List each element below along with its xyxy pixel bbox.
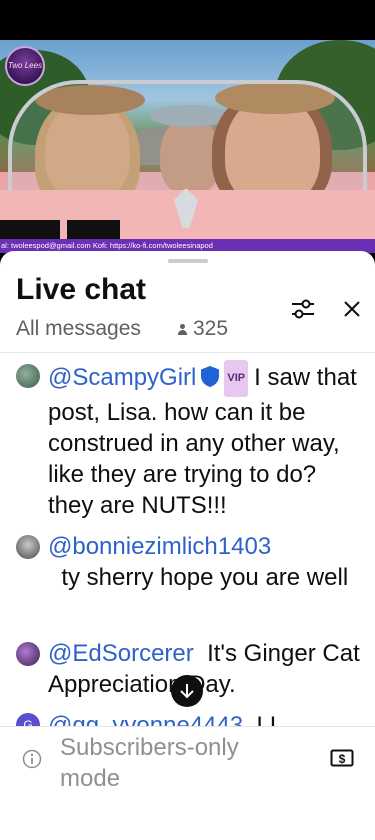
message-body: LL	[256, 712, 284, 726]
message-text: @bonniezimlich1403 ty sherry hope you ar…	[48, 531, 363, 593]
sliders-icon	[292, 299, 314, 319]
car-windshield	[8, 80, 367, 190]
avatar[interactable]	[16, 535, 40, 559]
subscribers-only-notice: Subscribers-only mode	[60, 734, 239, 792]
video-thumbnail	[67, 220, 120, 241]
footer-divider	[0, 726, 375, 727]
status-bar	[0, 0, 375, 40]
message-author[interactable]: @EdSorcerer	[48, 640, 194, 667]
dollar-bill-icon[interactable]: $	[330, 748, 354, 768]
message-body: ty sherry hope you are well	[61, 564, 349, 591]
chat-footer: Subscribers-only mode $	[0, 726, 375, 840]
video-player[interactable]: Two Lees al: twoleespod@gmail.com Kofi: …	[0, 40, 375, 253]
message-text: @EdSorcerer It's Ginger Cat Appreciation…	[48, 638, 363, 700]
viewer-count-value: 325	[193, 317, 229, 340]
message-text: @ScampyGirl VIP I saw that post, Lisa. how…	[48, 360, 363, 521]
channel-logo-text: Two Lees	[7, 61, 43, 70]
scroll-to-bottom-button[interactable]	[171, 675, 203, 707]
avatar[interactable]	[16, 364, 40, 388]
close-icon	[344, 301, 360, 317]
shield-icon	[201, 366, 220, 387]
live-chat-panel: Live chat All messages 325 @ScampyGirl VI…	[0, 251, 375, 840]
video-thumbnail	[0, 220, 60, 241]
message-author[interactable]: @ScampyGirl	[48, 364, 196, 391]
arrow-down-icon	[180, 684, 194, 699]
chat-filter-dropdown[interactable]: All messages	[16, 317, 141, 341]
message-text: @gg_yvonne4443 LL	[48, 710, 363, 726]
close-chat-button[interactable]	[340, 297, 364, 321]
avatar[interactable]: G	[16, 713, 40, 726]
message-author[interactable]: @bonniezimlich1403	[48, 533, 271, 560]
svg-text:$: $	[339, 752, 346, 766]
person-icon	[176, 322, 188, 336]
info-icon[interactable]	[22, 749, 42, 769]
chat-title: Live chat	[16, 273, 147, 306]
vip-badge: VIP	[224, 360, 249, 397]
avatar[interactable]	[16, 642, 40, 666]
viewer-count: 325	[176, 317, 228, 341]
avatar-letter: G	[23, 718, 33, 726]
chat-message-list[interactable]: @ScampyGirl VIP I saw that post, Lisa. how…	[0, 353, 375, 726]
channel-logo: Two Lees	[5, 46, 45, 86]
chat-settings-button[interactable]	[290, 297, 316, 321]
message-author[interactable]: @gg_yvonne4443	[48, 712, 243, 726]
drag-handle[interactable]	[168, 259, 208, 263]
